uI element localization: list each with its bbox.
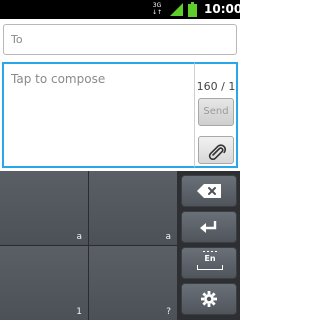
keypad: a a 1 ?	[0, 171, 177, 320]
key-divider	[88, 171, 89, 320]
network-type-label: 3G	[152, 2, 162, 9]
language-indicator-dots	[203, 251, 217, 252]
enter-key[interactable]	[181, 211, 237, 243]
key-top-right[interactable]: a	[89, 171, 177, 245]
battery-icon	[188, 2, 197, 17]
network-type-indicator: 3G ↓↑	[150, 2, 164, 16]
key-label: a	[165, 232, 171, 242]
network-activity-label: ↓↑	[151, 9, 163, 16]
enter-icon	[200, 221, 217, 233]
key-label: 1	[76, 307, 82, 317]
signal-bars-icon	[170, 3, 183, 16]
status-time: 10:00	[204, 2, 243, 16]
attach-button[interactable]	[198, 136, 234, 164]
message-input[interactable]	[4, 64, 194, 166]
paperclip-icon	[208, 144, 226, 160]
status-bar: 3G ↓↑ 10:00	[0, 0, 243, 19]
language-space-icon	[197, 265, 223, 270]
character-counter: 160 / 1	[196, 80, 236, 93]
settings-gear-icon	[201, 291, 217, 307]
recipient-field[interactable]	[3, 24, 237, 55]
key-bottom-right[interactable]: ?	[89, 246, 177, 320]
key-label: a	[76, 232, 82, 242]
key-bottom-left[interactable]: 1	[0, 246, 88, 320]
language-space-key[interactable]: En	[181, 247, 237, 279]
send-button[interactable]: Send	[198, 98, 234, 126]
key-label: ?	[166, 307, 171, 317]
settings-key[interactable]	[181, 283, 237, 315]
compose-side-panel: 160 / 1 Send	[194, 62, 238, 168]
language-label: En	[204, 254, 216, 263]
message-compose-box[interactable]	[2, 62, 194, 168]
backspace-key[interactable]	[181, 175, 237, 207]
backspace-icon	[197, 184, 221, 198]
recipient-input[interactable]	[11, 25, 229, 54]
key-top-left[interactable]: a	[0, 171, 88, 245]
keyboard: a a 1 ? En	[0, 171, 240, 320]
